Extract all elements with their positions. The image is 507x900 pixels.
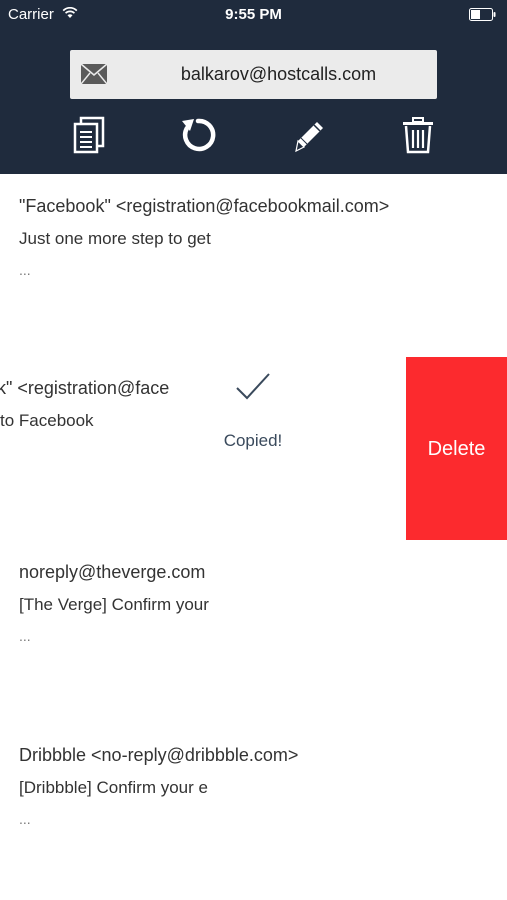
- message-row-swiped[interactable]: k" <registration@face to Facebook Copied…: [0, 357, 507, 541]
- edit-icon: [288, 115, 328, 160]
- message-sender: Dribbble <no-reply@dribbble.com>: [19, 745, 299, 765]
- refresh-icon: [178, 115, 218, 160]
- message-row[interactable]: Dribbble <no-reply@dribbble.com> [Dribbb…: [0, 723, 507, 900]
- email-address-text: balkarov@hostcalls.com: [180, 64, 377, 84]
- status-bar: Carrier 9:55 PM: [0, 0, 507, 28]
- delete-label: Delete: [427, 437, 486, 460]
- copy-button[interactable]: [67, 115, 111, 159]
- mail-icon: [80, 63, 108, 90]
- edit-button[interactable]: [286, 115, 330, 159]
- message-sender: k" <registration@face: [0, 378, 170, 398]
- message-sender: "Facebook" <registration@facebookmail.co…: [19, 196, 390, 216]
- header: Carrier 9:55 PM balkarov@hostcalls.com: [0, 0, 507, 174]
- message-preview: ...: [19, 628, 31, 644]
- message-row[interactable]: noreply@theverge.com [The Verge] Confirm…: [0, 540, 507, 724]
- copied-label: Copied!: [223, 431, 283, 450]
- message-preview: ...: [19, 262, 31, 278]
- message-subject: [Dribbble] Confirm your e: [19, 778, 208, 797]
- copy-icon: [72, 116, 106, 159]
- battery-icon: [469, 8, 497, 26]
- checkmark-icon: [235, 372, 271, 407]
- app-screen: Carrier 9:55 PM balkarov@hostcalls.com "…: [0, 0, 507, 900]
- delete-all-button[interactable]: [396, 115, 440, 159]
- copied-confirmation: Copied!: [178, 357, 328, 540]
- email-address-field[interactable]: balkarov@hostcalls.com: [70, 50, 437, 99]
- message-subject: Just one more step to get: [19, 229, 211, 248]
- message-sender: noreply@theverge.com: [19, 562, 206, 582]
- delete-button[interactable]: Delete: [406, 357, 507, 540]
- message-subject: [The Verge] Confirm your: [19, 595, 209, 614]
- trash-icon: [401, 116, 435, 159]
- message-row[interactable]: "Facebook" <registration@facebookmail.co…: [0, 174, 507, 358]
- message-subject: to Facebook: [0, 411, 94, 430]
- refresh-button[interactable]: [176, 115, 220, 159]
- status-time: 9:55 PM: [225, 6, 282, 23]
- message-preview: ...: [19, 811, 31, 827]
